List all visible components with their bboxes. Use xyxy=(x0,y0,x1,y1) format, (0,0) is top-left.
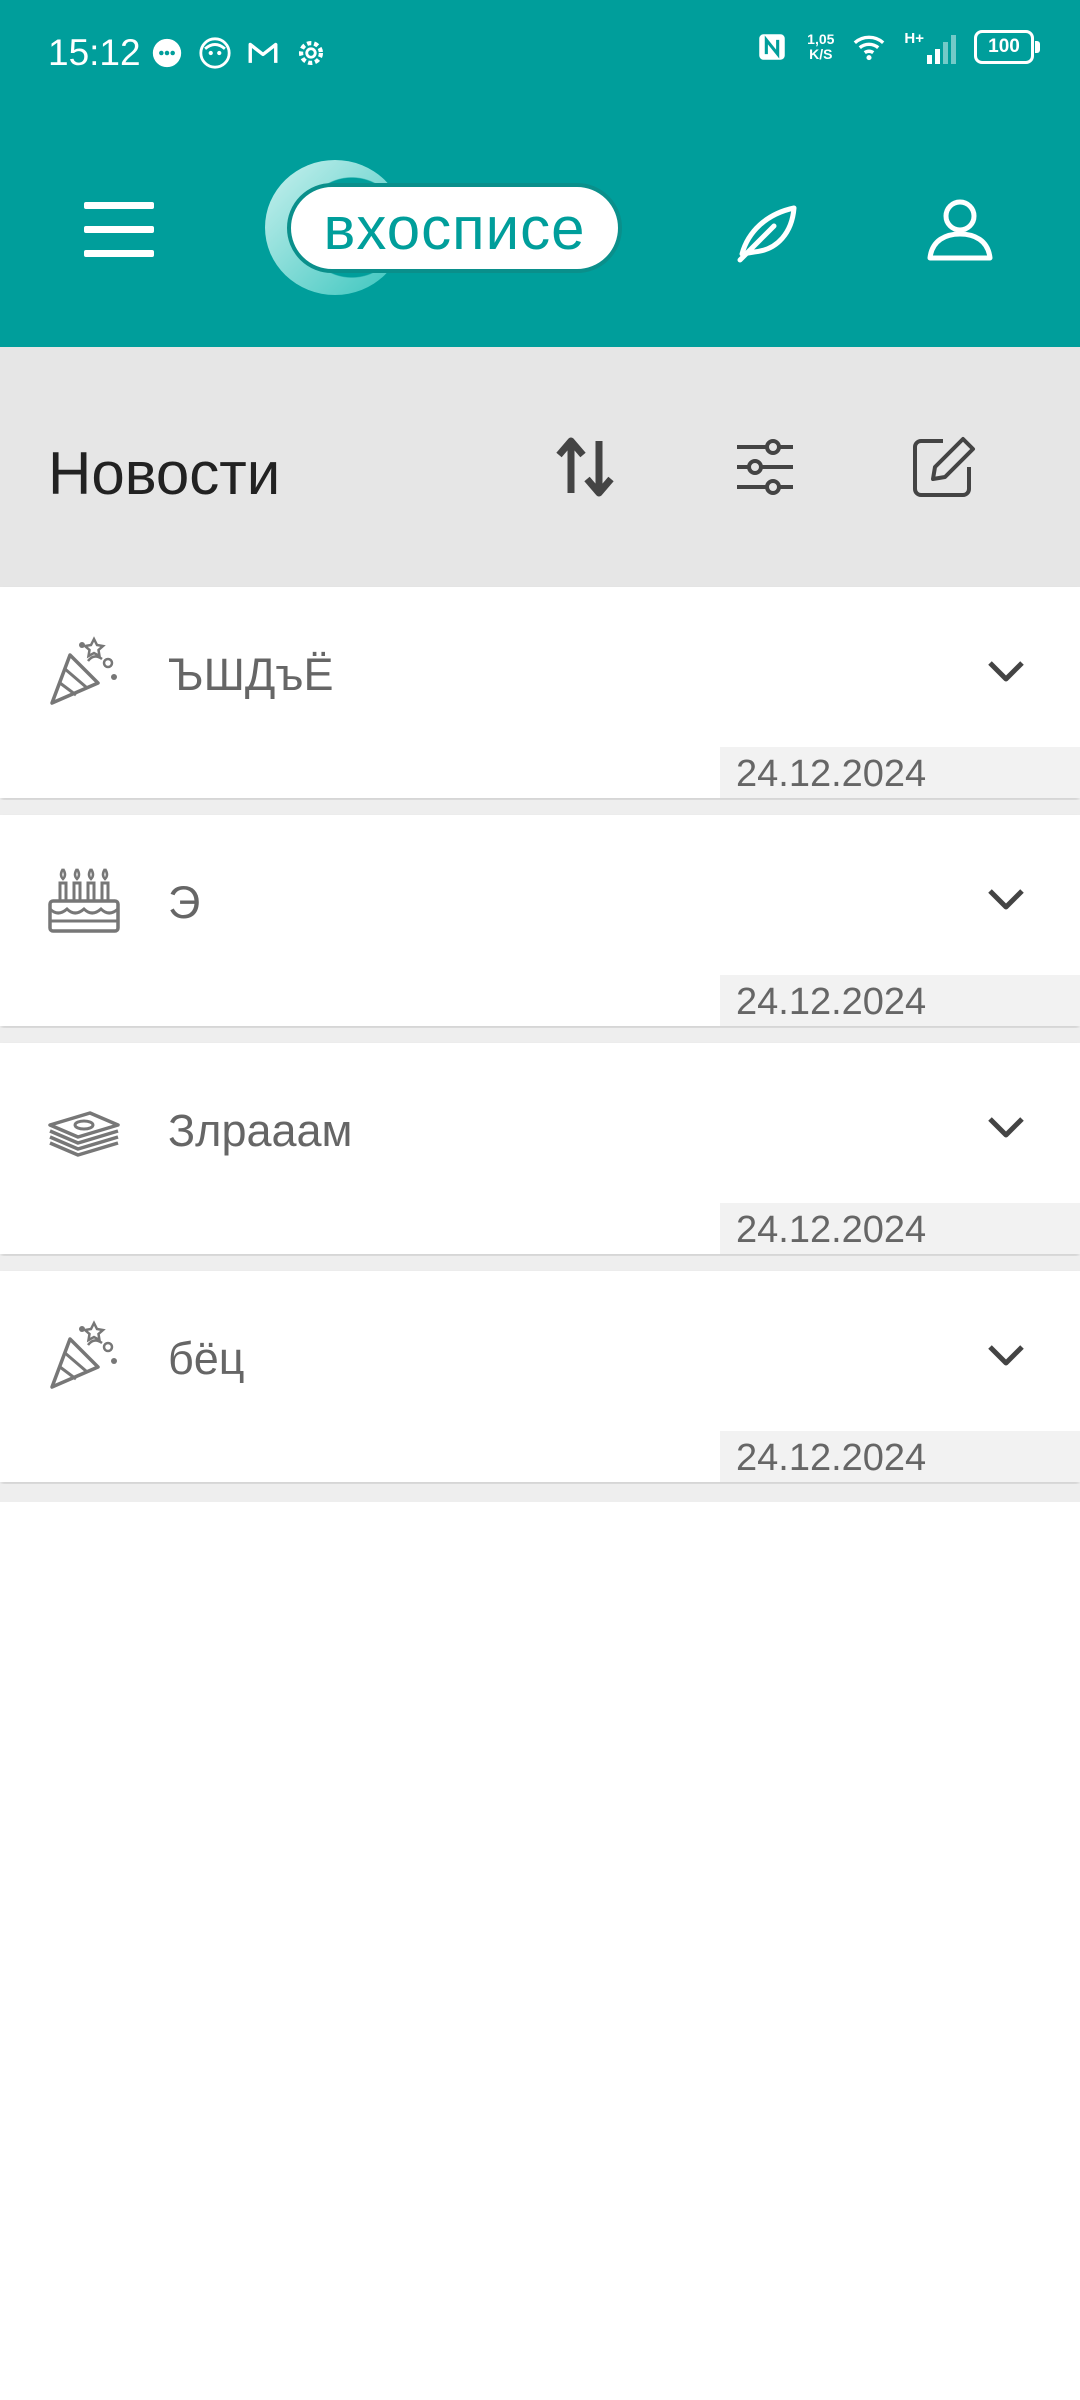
network-speed: 1,05 K/S xyxy=(807,32,834,62)
news-card[interactable]: Злрааам 24.12.2024 xyxy=(0,1043,1080,1254)
party-popper-icon xyxy=(50,1320,117,1389)
news-card[interactable]: бёц 24.12.2024 xyxy=(0,1271,1080,1482)
menu-icon-bar xyxy=(84,202,154,209)
party-popper-icon xyxy=(50,636,117,705)
edit-button[interactable] xyxy=(903,427,983,507)
settings-notification-icon xyxy=(298,40,324,66)
chevron-down-icon[interactable] xyxy=(986,1341,1026,1369)
chevron-down-icon[interactable] xyxy=(986,1113,1026,1141)
news-date: 24.12.2024 xyxy=(720,975,1080,1026)
app-logo: вхосписе xyxy=(287,183,622,273)
card-separator xyxy=(0,1484,1080,1502)
news-title: Э xyxy=(168,877,201,928)
menu-icon-bar xyxy=(84,226,154,233)
chat-notification-icon xyxy=(152,38,182,68)
network-speed-value: 1,05 xyxy=(807,31,835,47)
news-card[interactable]: Э 24.12.2024 xyxy=(0,815,1080,1026)
money-stack-icon xyxy=(48,1111,120,1157)
chevron-down-icon[interactable] xyxy=(986,657,1026,685)
gmail-notification-icon xyxy=(248,42,278,63)
app-header: 15:12 1,05 K/S H+ 100 вхосписе xyxy=(0,0,1080,347)
network-type-label: H+ xyxy=(904,30,924,47)
menu-icon-bar xyxy=(84,250,154,257)
wifi-icon xyxy=(854,35,885,61)
filter-button[interactable] xyxy=(725,427,805,507)
page-title: Новости xyxy=(48,440,281,507)
status-time: 15:12 xyxy=(48,32,141,73)
news-card[interactable]: ЪШДъЁ 24.12.2024 xyxy=(0,587,1080,798)
news-date: 24.12.2024 xyxy=(720,747,1080,798)
chevron-down-icon[interactable] xyxy=(986,885,1026,913)
network-speed-unit: K/S xyxy=(809,46,833,62)
news-date: 24.12.2024 xyxy=(720,1203,1080,1254)
nfc-icon xyxy=(759,34,785,60)
birthday-cake-icon xyxy=(48,868,120,933)
news-title: Злрааам xyxy=(168,1105,353,1156)
notification-icons xyxy=(150,36,328,70)
status-right-group: 1,05 K/S H+ 100 xyxy=(755,30,1040,64)
news-title: бёц xyxy=(168,1333,245,1384)
sort-button[interactable] xyxy=(545,427,625,507)
news-toolbar: Новости xyxy=(0,347,1080,587)
face-notification-icon xyxy=(199,37,231,69)
cellular-signal: H+ xyxy=(904,30,956,64)
news-date: 24.12.2024 xyxy=(720,1431,1080,1482)
leaf-button[interactable] xyxy=(728,192,808,272)
menu-button[interactable] xyxy=(84,202,154,258)
news-title: ЪШДъЁ xyxy=(168,649,334,700)
battery-indicator: 100 xyxy=(974,30,1040,64)
profile-button[interactable] xyxy=(920,190,1000,270)
